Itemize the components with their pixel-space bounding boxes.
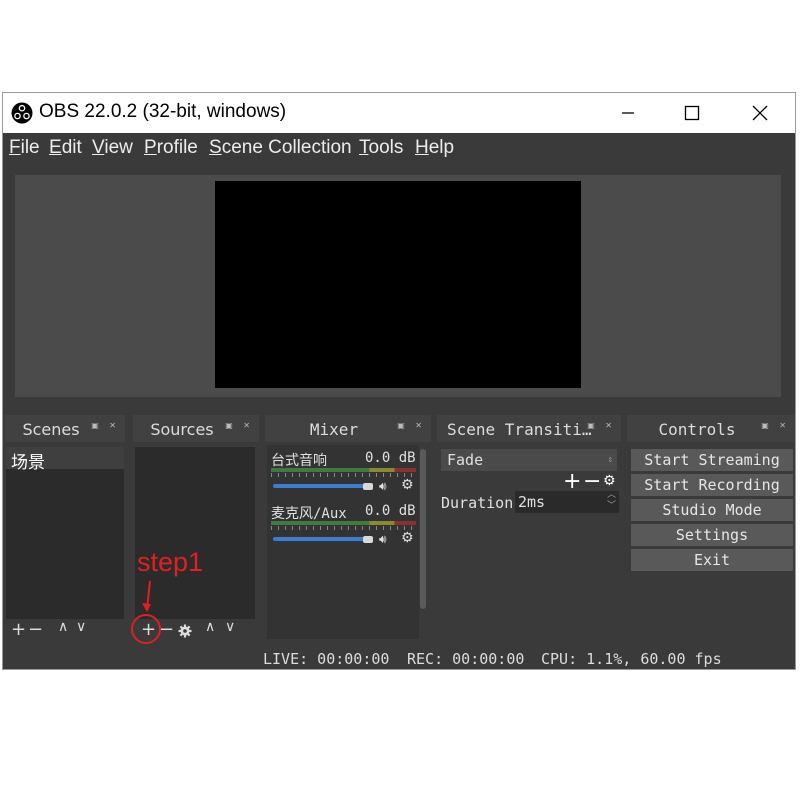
controls-dock-header: Controls ▣ ✕ xyxy=(627,415,795,442)
duration-label: Duration xyxy=(441,494,514,512)
speaker-icon[interactable]: 🔊︎ xyxy=(379,479,387,494)
sources-move-down-button[interactable]: ∨ xyxy=(225,619,235,635)
duration-spinner-icon[interactable]: ︿ ﹀ xyxy=(607,490,616,512)
mixer-channel-db: 0.0 dB xyxy=(365,503,416,519)
sources-properties-gear-icon[interactable] xyxy=(178,624,192,638)
settings-button[interactable]: Settings xyxy=(631,524,793,546)
dock-float-close-icon[interactable]: ▣ ✕ xyxy=(91,421,120,430)
volume-slider[interactable] xyxy=(273,537,365,541)
chevron-updown-icon: ⇕ xyxy=(607,455,613,465)
sources-dock-header: Sources ▣ ✕ xyxy=(133,415,259,442)
scenes-dock-header: Scenes ▣ ✕ xyxy=(5,415,125,442)
start-streaming-button[interactable]: Start Streaming xyxy=(631,449,793,471)
studio-mode-button[interactable]: Studio Mode xyxy=(631,499,793,521)
scene-item[interactable]: 场景 xyxy=(11,448,45,473)
mixer-channel-name: 麦克风/Aux xyxy=(271,506,347,522)
menu-scene-collection[interactable]: Scene Collection xyxy=(209,137,352,159)
scenes-move-up-button[interactable]: ∧ xyxy=(58,619,68,635)
dock-float-close-icon[interactable]: ▣ ✕ xyxy=(225,421,254,430)
menu-file[interactable]: File xyxy=(9,137,40,159)
sources-move-up-button[interactable]: ∧ xyxy=(205,619,215,635)
mixer-channel-name: 台式音响 xyxy=(271,453,327,469)
mixer-channel-db: 0.0 dB xyxy=(365,450,416,466)
transitions-dock-header: Scene Transiti… ▣ ✕ xyxy=(437,415,621,442)
status-rec: REC: 00:00:00 xyxy=(407,650,525,668)
title-bar: OBS 22.0.2 (32-bit, windows) xyxy=(3,93,795,133)
window-title: OBS 22.0.2 (32-bit, windows) xyxy=(39,101,287,122)
meter-ticks xyxy=(271,526,416,530)
audio-meter xyxy=(271,521,416,525)
meter-ticks xyxy=(271,473,416,477)
menu-edit[interactable]: Edit xyxy=(49,137,82,159)
mixer-scrollbar[interactable] xyxy=(420,449,426,609)
mixer-gear-icon[interactable]: ⚙ xyxy=(401,530,414,546)
dock-float-close-icon[interactable]: ▣ ✕ xyxy=(761,421,790,430)
transition-gear-icon[interactable]: ⚙ xyxy=(603,473,616,489)
preview-canvas[interactable] xyxy=(215,181,581,388)
menu-tools[interactable]: Tools xyxy=(359,137,403,159)
scenes-move-down-button[interactable]: ∨ xyxy=(76,619,86,635)
scenes-add-button[interactable]: + xyxy=(11,619,26,640)
menu-help[interactable]: Help xyxy=(415,137,454,159)
transition-select[interactable]: Fade ⇕ xyxy=(441,449,617,471)
maximize-button[interactable] xyxy=(663,93,721,133)
volume-slider-handle[interactable] xyxy=(363,536,373,543)
close-icon xyxy=(752,105,768,121)
speaker-icon[interactable]: 🔊︎ xyxy=(379,532,387,547)
volume-slider[interactable] xyxy=(273,484,365,488)
audio-meter xyxy=(271,468,416,472)
scenes-remove-button[interactable]: − xyxy=(28,619,43,640)
mixer-title: Mixer xyxy=(309,420,359,439)
mixer-gear-icon[interactable]: ⚙ xyxy=(401,477,414,493)
status-cpu: CPU: 1.1%, 60.00 fps xyxy=(541,650,722,668)
menu-profile[interactable]: Profile xyxy=(144,137,198,159)
dock-float-close-icon[interactable]: ▣ ✕ xyxy=(397,421,426,430)
minimize-button[interactable] xyxy=(599,93,657,133)
exit-button[interactable]: Exit xyxy=(631,549,793,571)
volume-slider-handle[interactable] xyxy=(363,483,373,490)
scenes-list[interactable]: 场景 xyxy=(6,447,124,619)
menu-view[interactable]: View xyxy=(92,137,133,159)
minimize-icon xyxy=(622,112,634,114)
duration-input[interactable]: 2ms ︿ ﹀ xyxy=(515,490,619,513)
maximize-icon xyxy=(684,105,700,121)
transition-selected: Fade xyxy=(447,451,484,469)
start-recording-button[interactable]: Start Recording xyxy=(631,474,793,496)
duration-value: 2ms xyxy=(518,493,546,511)
close-button[interactable] xyxy=(731,93,789,133)
step1-annotation: step1 xyxy=(137,547,204,577)
obs-window: OBS 22.0.2 (32-bit, windows) File Edit V… xyxy=(2,92,796,670)
obs-logo-icon xyxy=(11,102,33,124)
dock-float-close-icon[interactable]: ▣ ✕ xyxy=(587,421,616,430)
step1-arrow-circle xyxy=(131,580,161,644)
mixer-dock-header: Mixer ▣ ✕ xyxy=(265,415,431,442)
menu-bar: File Edit View Profile Scene Collection … xyxy=(3,133,795,165)
status-live: LIVE: 00:00:00 xyxy=(263,650,390,668)
controls-title: Controls xyxy=(658,420,736,439)
